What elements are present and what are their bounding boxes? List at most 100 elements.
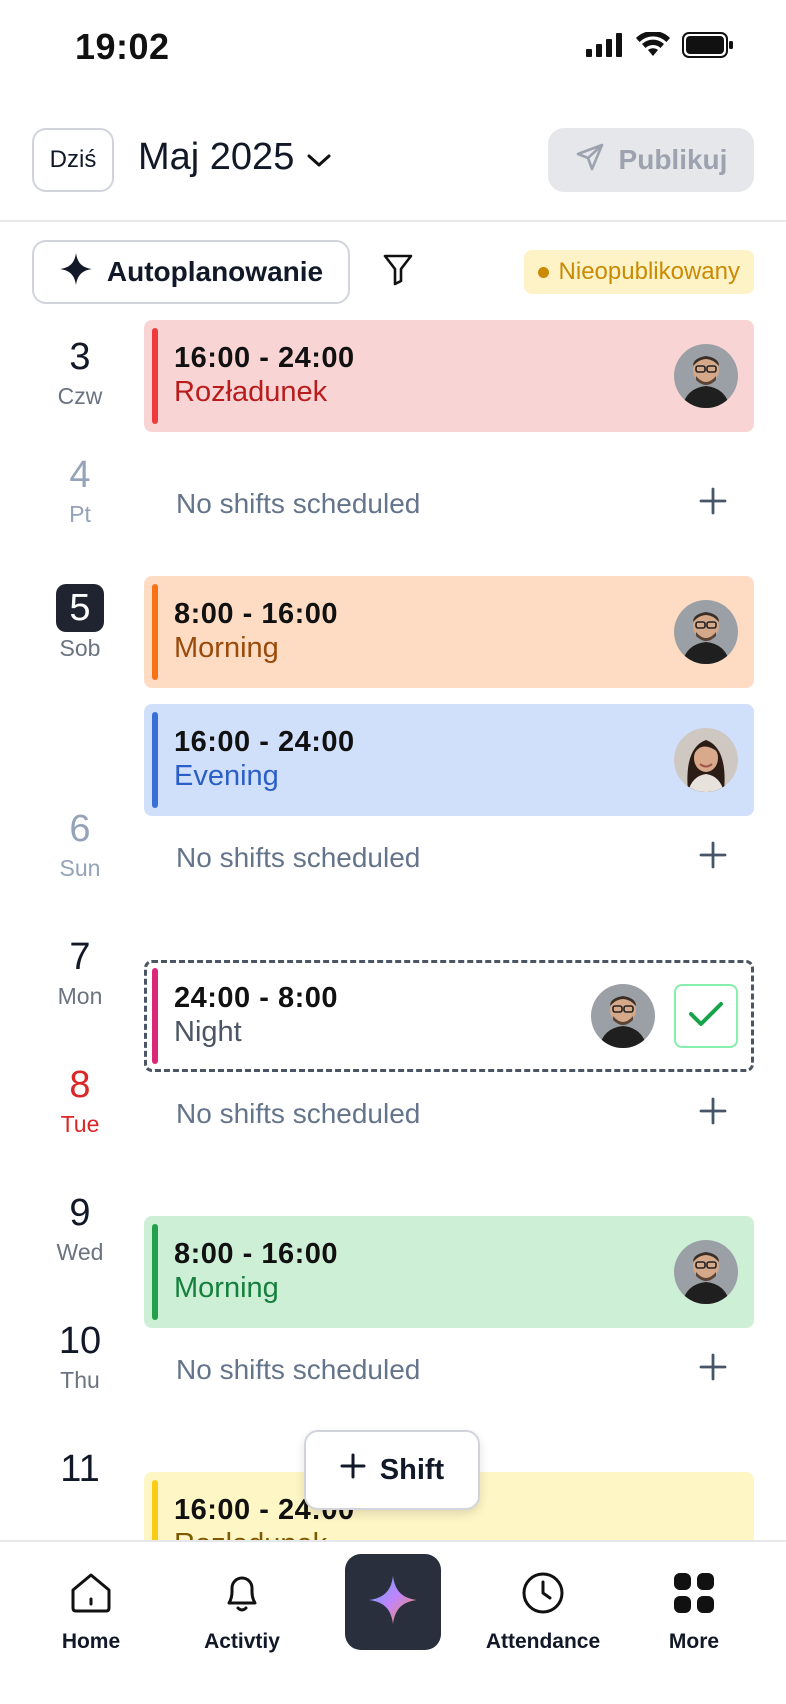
status-badge-label: Nieopublikowany [558,258,740,285]
add-shift-label: Shift [379,1453,445,1486]
no-shifts-text: No shifts scheduled [176,1354,421,1385]
plus-icon [699,841,727,874]
publish-label: Publikuj [618,144,728,175]
autoplan-button[interactable]: Autoplanowanie [32,240,350,304]
add-shift-fab[interactable]: Shift [304,1430,480,1510]
shift-time: 24:00 - 8:00 [174,982,338,1014]
nav-activity[interactable]: Activtiy [172,1570,312,1654]
chevron-down-icon [306,136,332,179]
publish-button[interactable]: Publikuj [548,128,754,192]
shift-time: 16:00 - 24:00 [174,342,355,374]
shift-card[interactable]: 8:00 - 16:00 Morning [144,576,754,688]
shift-color-bar [152,1480,158,1542]
nav-home[interactable]: Home [21,1570,161,1654]
clock-icon [520,1570,566,1622]
status-dot [537,266,549,278]
bottom-nav: Home Activtiy Attendance More [0,1540,786,1704]
day-number: 6 [69,808,91,850]
shift-color-bar [152,968,158,1064]
grid-icon [671,1570,717,1622]
ai-assistant-button[interactable] [345,1554,441,1650]
schedule-list: 3 Czw 16:00 - 24:00 Rozładunek 4 Pt No s… [0,320,786,1542]
day-number: 9 [69,1192,91,1234]
shift-card-selected[interactable]: 24:00 - 8:00 Night [144,960,754,1072]
filter-button[interactable] [378,250,418,294]
shift-role: Morning [174,1272,279,1304]
sparkle-icon [59,252,93,293]
autoplan-label: Autoplanowanie [106,256,324,287]
add-shift-button[interactable] [696,486,730,520]
day-label: 8 Tue [40,1062,120,1138]
bell-icon [219,1570,265,1622]
day-name: Sun [59,855,101,881]
avatar[interactable] [674,728,738,792]
shift-role: Night [174,1016,242,1048]
day-label: 10 Thu [40,1318,120,1394]
shift-color-bar [152,712,158,808]
no-shifts-text: No shifts scheduled [176,842,421,873]
no-shifts-text: No shifts scheduled [176,1098,421,1129]
shift-color-bar [152,328,158,424]
day-number: 10 [58,1320,102,1362]
shift-color-bar [152,584,158,680]
avatar[interactable] [674,344,738,408]
filter-icon [383,253,413,292]
header: Dziś Maj 2025 Publikuj [0,122,786,222]
day-label: 4 Pt [40,452,120,528]
plus-icon [699,1097,727,1130]
day-number: 8 [69,1064,91,1106]
toolbar: Autoplanowanie Nieopublikowany [0,240,786,304]
nav-more[interactable]: More [624,1570,764,1654]
add-shift-button[interactable] [696,1096,730,1130]
plus-icon [340,1453,366,1487]
shift-card[interactable]: 16:00 - 24:00 Rozładunek [144,320,754,432]
shift-time: 8:00 - 16:00 [174,1238,338,1270]
avatar[interactable] [591,984,655,1048]
status-badge: Nieopublikowany [523,250,754,294]
day-number: 11 [60,1448,100,1490]
nav-attendance[interactable]: Attendance [473,1570,613,1654]
day-number: 4 [69,454,91,496]
nav-more-label: More [668,1630,720,1653]
day-name: Pt [69,501,91,527]
status-icons [586,30,734,63]
day-number: 7 [69,936,91,978]
shift-time: 16:00 - 24:00 [174,726,355,758]
approve-checkbox[interactable] [674,984,738,1048]
send-icon [575,142,605,179]
shift-role: Evening [174,760,279,792]
shift-card[interactable]: 8:00 - 16:00 Morning [144,1216,754,1328]
wifi-icon [636,30,670,63]
shift-color-bar [152,1224,158,1320]
today-button[interactable]: Dziś [32,128,114,192]
add-shift-button[interactable] [696,1352,730,1386]
nav-activity-label: Activtiy [204,1630,280,1653]
day-name: Czw [57,383,103,409]
day-label: 3 Czw [40,334,120,410]
shift-time: 8:00 - 16:00 [174,598,338,630]
check-icon [688,1000,724,1033]
month-label: Maj 2025 [138,136,295,178]
no-shifts-text: No shifts scheduled [176,488,421,519]
day-name: Tue [60,1111,100,1137]
status-time: 19:02 [75,26,170,67]
shift-card[interactable]: 16:00 - 24:00 Evening [144,704,754,816]
day-number: 3 [69,336,91,378]
avatar[interactable] [674,1240,738,1304]
nav-attendance-label: Attendance [485,1630,601,1653]
day-name: Wed [56,1239,104,1265]
day-name: Mon [57,983,103,1009]
shift-role: Morning [174,632,279,664]
day-name: Thu [60,1367,100,1393]
avatar[interactable] [674,600,738,664]
add-shift-button[interactable] [696,840,730,874]
status-bar: 19:02 [0,0,786,100]
plus-icon [699,487,727,520]
day-number: 5 [56,584,104,632]
month-selector[interactable]: Maj 2025 [138,136,332,179]
signal-icon [586,33,624,62]
day-label: 11 [40,1446,120,1494]
nav-home-label: Home [61,1630,121,1653]
day-name: Sob [59,635,101,661]
sparkle-icon [367,1574,419,1631]
